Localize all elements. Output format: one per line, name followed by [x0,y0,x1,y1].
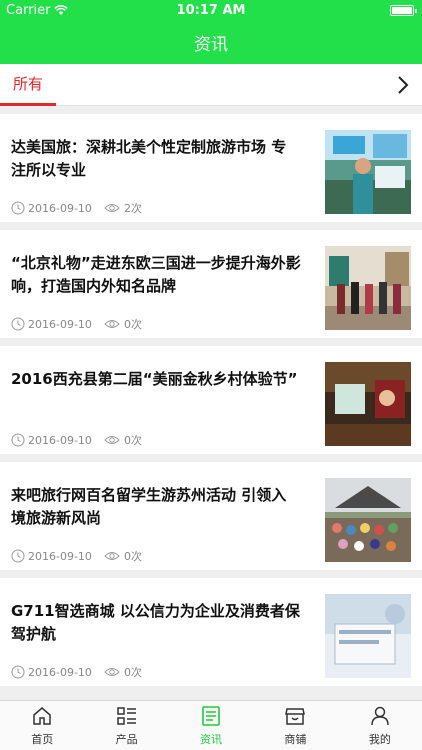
article-thumbnail [325,594,411,678]
article-title: “北京礼物”走进东欧三国进一步提升海外影响，打造国内外知名品牌 [11,254,301,295]
article-date: 2016-09-10 [28,665,92,679]
user-icon [371,706,389,726]
article-date: 2016-09-10 [28,317,92,331]
app-header: Carrier 10:17 AM 资讯 [0,0,422,64]
eye-icon [104,204,120,212]
article-date: 2016-09-10 [28,433,92,447]
article-meta: 2016-09-10 0次 [11,316,142,332]
article-item[interactable]: 达美国旅：深耕北美个性定制旅游市场 专注所以专业 2016-09-10 2次 [0,114,422,222]
article-views: 2次 [123,202,142,215]
tab-mine-label: 我的 [368,733,391,746]
article-title: 2016西充县第二届“美丽金秋乡村体验节” [11,370,298,388]
home-icon [33,707,51,725]
article-item[interactable]: G711智选商城 以公信力为企业及消费者保驾护航 2016-09-10 0次 [0,578,422,686]
tab-news[interactable]: 资讯 [169,701,253,750]
article-thumbnail [325,478,411,562]
article-title: G711智选商城 以公信力为企业及消费者保驾护航 [11,602,300,643]
tab-products-label: 产品 [115,733,138,746]
tab-mine[interactable]: 我的 [338,701,422,750]
clock-icon [11,317,25,331]
eye-icon [104,320,120,328]
article-views: 0次 [123,434,142,447]
tab-shop[interactable]: 商铺 [253,701,337,750]
article-item[interactable]: 2016西充县第二届“美丽金秋乡村体验节” 2016-09-10 0次 [0,346,422,454]
clock-icon [11,549,25,563]
article-list: 达美国旅：深耕北美个性定制旅游市场 专注所以专业 2016-09-10 2次 “… [0,114,422,694]
article-meta: 2016-09-10 0次 [11,432,142,448]
status-time: 10:17 AM [176,3,246,18]
tab-home[interactable]: 首页 [0,701,84,750]
eye-icon [104,668,120,676]
list-icon [116,707,136,725]
article-thumbnail [325,246,411,330]
battery-icon [390,5,417,16]
shop-icon [285,708,306,725]
status-bar: Carrier 10:17 AM [0,0,422,22]
article-views: 0次 [123,550,142,563]
tab-all[interactable]: 所有 [0,64,56,106]
article-title: 来吧旅行网百名留学生游苏州活动 引领入境旅游新风尚 [11,486,287,527]
clock-icon [11,665,25,679]
article-item[interactable]: “北京礼物”走进东欧三国进一步提升海外影响，打造国内外知名品牌 2016-09-… [0,230,422,338]
eye-icon [104,552,120,560]
clock-icon [11,201,25,215]
article-thumbnail [325,362,411,446]
news-icon [202,706,220,726]
article-meta: 2016-09-10 0次 [11,548,142,564]
tab-news-label: 资讯 [200,733,223,746]
article-date: 2016-09-10 [28,549,92,563]
article-meta: 2016-09-10 2次 [11,200,142,216]
tab-products[interactable]: 产品 [84,701,168,750]
article-views: 0次 [123,666,142,679]
battery-level [392,7,412,14]
article-title: 达美国旅：深耕北美个性定制旅游市场 专注所以专业 [11,138,287,179]
tab-home-label: 首页 [31,733,54,746]
page-title: 资讯 [194,35,228,55]
clock-icon [11,433,25,447]
eye-icon [104,436,120,444]
category-tab-bar: 所有 [0,64,422,106]
article-thumbnail [325,130,411,214]
article-item[interactable]: 来吧旅行网百名留学生游苏州活动 引领入境旅游新风尚 2016-09-10 0次 [0,462,422,570]
bottom-tab-bar: 首页 产品 资讯 商铺 我的 [0,700,422,750]
article-date: 2016-09-10 [28,201,92,215]
article-views: 0次 [123,318,142,331]
tab-shop-label: 商铺 [284,733,307,746]
article-meta: 2016-09-10 0次 [11,664,142,680]
chevron-right-icon[interactable] [390,72,414,98]
